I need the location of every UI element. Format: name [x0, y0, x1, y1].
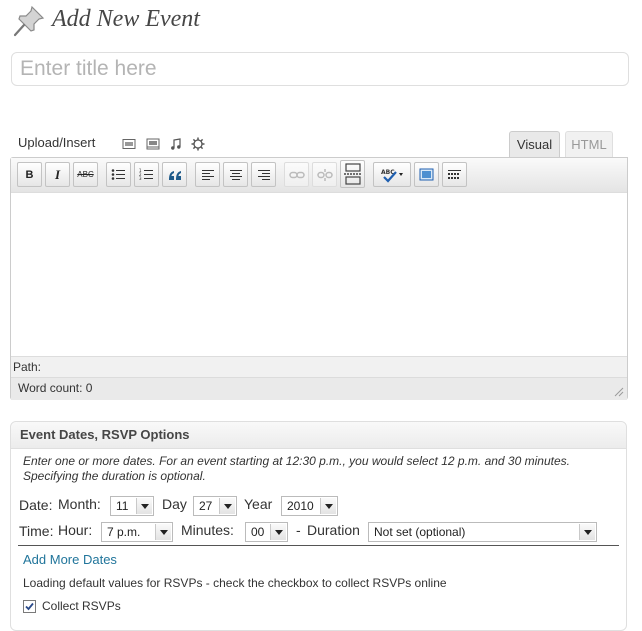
bold-icon: B — [25, 168, 34, 181]
month-select[interactable]: 11 — [110, 496, 154, 516]
minutes-select[interactable]: 00 — [245, 522, 288, 542]
numbered-list-button[interactable]: 123 — [134, 162, 159, 187]
month-label: Month: — [58, 496, 101, 512]
duration-value: Not set (optional) — [374, 525, 466, 539]
year-value: 2010 — [287, 499, 314, 513]
link-icon — [288, 171, 305, 178]
align-center-icon — [229, 169, 242, 180]
title-input[interactable] — [11, 52, 629, 86]
hour-label: Hour: — [58, 522, 93, 538]
insert-more-button[interactable] — [340, 160, 365, 188]
collect-rsvps-label: Collect RSVPs — [42, 599, 121, 613]
unlink-button[interactable] — [312, 162, 337, 187]
year-select[interactable]: 2010 — [281, 496, 338, 516]
path-label: Path: — [13, 360, 42, 374]
align-center-button[interactable] — [223, 162, 248, 187]
chevron-down-icon — [320, 498, 336, 514]
chevron-down-icon — [270, 524, 286, 540]
word-count-bar — [11, 377, 627, 400]
time-label: Time: — [19, 523, 54, 539]
strikethrough-icon: ABC — [77, 170, 94, 179]
checkmark-icon — [25, 602, 34, 611]
tab-visual[interactable]: Visual — [509, 131, 560, 157]
align-right-icon — [257, 169, 270, 180]
event-options-title: Event Dates, RSVP Options — [20, 427, 190, 442]
kitchen-sink-button[interactable] — [442, 162, 467, 187]
unlink-icon — [316, 168, 333, 181]
minutes-label: Minutes: — [181, 522, 234, 538]
chevron-down-icon — [219, 498, 235, 514]
day-select[interactable]: 27 — [193, 496, 237, 516]
more-tag-icon — [343, 163, 362, 185]
bold-button[interactable]: B — [17, 162, 42, 187]
numbered-list-icon: 123 — [139, 168, 153, 181]
month-value: 11 — [116, 499, 129, 513]
dash-separator: - — [296, 522, 301, 538]
rsvp-note: Loading default values for RSVPs - check… — [23, 576, 447, 590]
fullscreen-button[interactable] — [414, 162, 439, 187]
day-value: 27 — [199, 499, 213, 513]
editor-content-area[interactable] — [11, 192, 627, 357]
spellcheck-icon: ABC — [381, 169, 403, 183]
italic-button[interactable]: I — [45, 162, 70, 187]
kitchen-sink-icon — [448, 169, 461, 179]
add-audio-icon[interactable] — [169, 137, 183, 151]
add-image-icon[interactable] — [122, 137, 136, 151]
year-label: Year — [244, 496, 273, 512]
day-label: Day — [162, 496, 187, 512]
bullet-list-icon — [111, 169, 125, 180]
event-options-intro: Enter one or more dates. For an event st… — [23, 454, 570, 483]
minutes-value: 00 — [251, 525, 265, 539]
bullet-list-button[interactable] — [106, 162, 131, 187]
hour-value: 7 p.m. — [107, 525, 141, 539]
spellcheck-button[interactable]: ABC — [373, 162, 411, 187]
align-left-button[interactable] — [195, 162, 220, 187]
add-media-icon[interactable] — [191, 137, 205, 151]
duration-label: Duration — [307, 522, 360, 538]
italic-icon: I — [54, 166, 61, 182]
collect-rsvps-checkbox[interactable] — [23, 600, 36, 613]
date-label: Date: — [19, 497, 53, 513]
chevron-down-icon — [155, 524, 171, 540]
fullscreen-icon — [419, 168, 434, 181]
blockquote-button[interactable] — [162, 162, 187, 187]
add-video-icon[interactable] — [146, 137, 160, 151]
resize-handle-icon[interactable] — [613, 386, 624, 397]
divider — [18, 545, 619, 546]
add-more-dates-link[interactable]: Add More Dates — [23, 552, 117, 567]
strikethrough-button[interactable]: ABC — [73, 162, 98, 187]
svg-text:3: 3 — [139, 176, 142, 181]
duration-select[interactable]: Not set (optional) — [368, 522, 597, 542]
hour-select[interactable]: 7 p.m. — [101, 522, 173, 542]
blockquote-icon — [168, 170, 181, 180]
insert-link-button[interactable] — [284, 162, 309, 187]
chevron-down-icon — [136, 498, 152, 514]
page-title: Add New Event — [52, 6, 200, 32]
chevron-down-icon — [579, 524, 595, 540]
word-count: Word count: 0 — [18, 381, 93, 395]
pushpin-icon — [13, 5, 45, 37]
tab-html[interactable]: HTML — [565, 131, 613, 157]
align-left-icon — [201, 169, 214, 180]
align-right-button[interactable] — [251, 162, 276, 187]
upload-insert-label: Upload/Insert — [18, 135, 96, 150]
